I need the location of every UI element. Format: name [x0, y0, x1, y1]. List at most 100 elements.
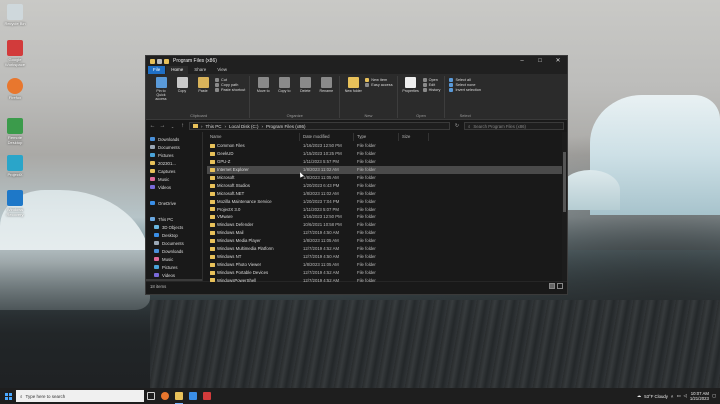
vertical-scrollbar[interactable]	[562, 132, 567, 281]
nav-item[interactable]: Desktop	[146, 231, 202, 239]
nav-item[interactable]: 202301...	[146, 159, 202, 167]
network-icon[interactable]: ▭	[676, 393, 680, 399]
nav-item[interactable]: OneDrive	[146, 199, 202, 207]
invert-selection-button[interactable]: Invert selection	[449, 88, 481, 92]
taskbar-file-explorer[interactable]	[172, 388, 186, 404]
volume-icon[interactable]: ◁	[684, 393, 687, 399]
paste-shortcut-button[interactable]: Paste shortcut	[215, 88, 245, 92]
column-header-type[interactable]: Type	[354, 133, 399, 141]
new-item-button[interactable]: New item	[365, 78, 392, 82]
minimize-button[interactable]: –	[513, 56, 531, 66]
table-row[interactable]: Windows Portable Devices 12/7/2019 4:52 A…	[207, 268, 562, 276]
maximize-button[interactable]: □	[531, 56, 549, 66]
edit-button[interactable]: Edit	[422, 83, 441, 87]
nav-item[interactable]: Downloads	[146, 135, 202, 143]
desktop-icon-recycle-bin[interactable]: Recycle Bin	[2, 4, 28, 26]
table-row[interactable]: Windows Multimedia Platform 12/7/2019 4:5…	[207, 245, 562, 253]
taskbar-search-box[interactable]: ⌕ Type here to search	[16, 390, 144, 402]
title-bar[interactable]: Program Files (x86) – □ ✕	[146, 56, 567, 66]
column-header-date[interactable]: Date modified	[300, 133, 354, 141]
nav-item[interactable]: This PC	[146, 215, 202, 223]
new-folder-icon[interactable]	[164, 58, 169, 64]
close-button[interactable]: ✕	[549, 56, 567, 66]
nav-item[interactable]: Videos	[146, 271, 202, 279]
select-all-button[interactable]: Select all	[449, 78, 481, 82]
column-header-name[interactable]: Name	[207, 133, 300, 141]
start-button[interactable]	[0, 388, 16, 404]
desktop-icon-google-workspace[interactable]: Google Workspace	[2, 40, 28, 67]
select-none-button[interactable]: Select none	[449, 83, 481, 87]
column-header-size[interactable]: Size	[399, 133, 429, 141]
copy-to-button[interactable]: Copy to	[275, 76, 293, 118]
table-row[interactable]: GPU-Z 1/11/2023 5:57 PM File folder	[207, 158, 562, 166]
rename-button[interactable]: Rename	[317, 76, 335, 118]
table-row[interactable]: Internet Explorer 1/8/2023 11:02 AM File f…	[207, 165, 562, 174]
table-row[interactable]: Windows Defender 10/6/2021 10:58 PM File f…	[207, 221, 562, 229]
back-button[interactable]: ←	[149, 123, 156, 129]
chevron-up-icon[interactable]: ˄	[671, 394, 674, 399]
nav-item[interactable]: Pictures	[146, 151, 202, 159]
table-row[interactable]: ProjectX 3.0 1/11/2023 5:07 PM File folder	[207, 205, 562, 213]
new-folder-button[interactable]: New folder	[344, 76, 362, 118]
forward-button[interactable]: →	[159, 123, 166, 129]
history-button[interactable]: History	[422, 88, 440, 92]
copy-path-button[interactable]: Copy path	[215, 83, 245, 87]
nav-item[interactable]: Local Disk (C:)	[146, 279, 202, 281]
task-view-button[interactable]	[144, 388, 158, 404]
nav-item[interactable]: Documents	[146, 143, 202, 151]
move-to-button[interactable]: Move to	[254, 76, 272, 118]
breadcrumb-local-disk[interactable]: Local Disk (C:)	[229, 124, 259, 129]
recent-locations-button[interactable]: ⌄	[169, 124, 176, 129]
taskbar-app[interactable]	[200, 388, 214, 404]
table-row[interactable]: Windows Mail 12/7/2019 4:50 AM File folder	[207, 229, 562, 237]
table-row[interactable]: Microsoft.NET 1/8/2023 11:02 AM File folde…	[207, 189, 562, 197]
nav-item[interactable]: Pictures	[146, 263, 202, 271]
breadcrumb-this-pc[interactable]: This PC	[206, 124, 222, 129]
desktop-icon-windows-recovery[interactable]: Windows Recovery	[2, 190, 28, 217]
nav-item[interactable]: 3D Objects	[146, 223, 202, 231]
paste-button[interactable]: Paste	[194, 76, 212, 118]
pin-quick-access-button[interactable]: Pin to Quick access	[152, 76, 170, 118]
nav-item[interactable]: Documents	[146, 239, 202, 247]
open-button[interactable]: Open	[422, 78, 441, 82]
table-row[interactable]: GeekUD 1/15/2023 10:25 PM File folder	[207, 150, 562, 158]
copy-button[interactable]: Copy	[173, 76, 191, 118]
breadcrumb-program-files[interactable]: Program Files (x86)	[266, 124, 306, 129]
nav-item[interactable]: Music	[146, 255, 202, 263]
table-row[interactable]: Common Files 1/16/2023 12:50 PM File folde…	[207, 142, 562, 150]
table-row[interactable]: Mozilla Maintenance Service 1/20/2023 7:0…	[207, 197, 562, 205]
tab-share[interactable]: Share	[189, 66, 211, 74]
nav-item[interactable]: Downloads	[146, 247, 202, 255]
table-row[interactable]: Windows Photo Viewer 1/8/2023 11:05 AM Fil…	[207, 260, 562, 268]
table-row[interactable]: WindowsPowerShell 12/7/2019 4:52 AM File f…	[207, 276, 562, 284]
nav-item[interactable]: Captures	[146, 167, 202, 175]
nav-item[interactable]: Videos	[146, 183, 202, 191]
notification-icon[interactable]: ▢	[712, 393, 716, 399]
properties-icon[interactable]	[157, 58, 162, 64]
taskbar-firefox[interactable]	[158, 388, 172, 404]
easy-access-button[interactable]: Easy access	[365, 83, 393, 87]
table-row[interactable]: Microsoft Studios 1/20/2023 6:43 PM File f…	[207, 181, 562, 189]
search-input[interactable]: ⌕ Search Program Files (x86)	[464, 122, 564, 130]
table-row[interactable]: VMware 1/16/2023 12:50 PM File folder	[207, 213, 562, 221]
weather-text[interactable]: 53°F Cloudy	[644, 394, 668, 399]
tab-view[interactable]: View	[212, 66, 232, 74]
refresh-button[interactable]: ↻	[453, 123, 461, 129]
desktop-icon-remote-desktop[interactable]: Remote Desktop	[2, 118, 28, 145]
desktop-icon-projectx[interactable]: ProjectX	[2, 155, 28, 177]
tab-file[interactable]: File	[148, 66, 166, 74]
nav-item[interactable]: Music	[146, 175, 202, 183]
cut-button[interactable]: Cut	[215, 78, 245, 82]
tab-home[interactable]: Home	[166, 66, 189, 74]
desktop-icon-firefox[interactable]: Firefox	[2, 78, 28, 100]
table-row[interactable]: Windows Media Player 1/8/2023 11:05 AM Fil…	[207, 237, 562, 245]
clock[interactable]: 10:07 AM 1/21/2023	[690, 391, 709, 401]
properties-button[interactable]: Properties	[402, 76, 420, 118]
table-row[interactable]: Windows NT 12/7/2019 4:50 AM File folder	[207, 252, 562, 260]
up-button[interactable]: ↑	[179, 123, 186, 129]
delete-button[interactable]: Delete	[296, 76, 314, 118]
scrollbar-thumb[interactable]	[563, 152, 566, 212]
table-row[interactable]: Microsoft 1/8/2023 11:05 AM File folder	[207, 174, 562, 182]
taskbar-mail[interactable]	[186, 388, 200, 404]
address-bar[interactable]: › This PC › Local Disk (C:) › Program Fi…	[189, 122, 450, 130]
